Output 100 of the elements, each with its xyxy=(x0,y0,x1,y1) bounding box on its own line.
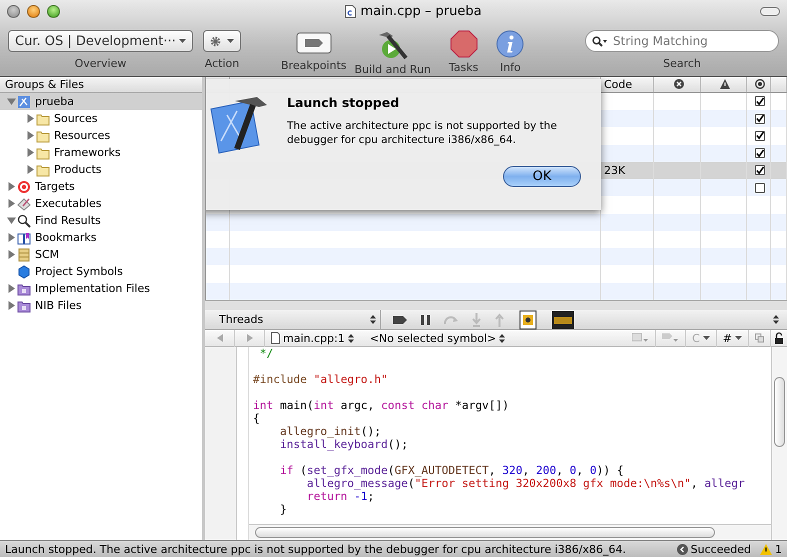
code-line: allegro_init(); xyxy=(278,425,382,438)
sidebar-item[interactable]: Sources xyxy=(0,110,202,127)
sidebar-item[interactable]: NIB Files xyxy=(0,297,202,314)
sidebar-item[interactable]: Products xyxy=(0,161,202,178)
status-message: Launch stopped. The active architecture ppc is not supported by the debugger for cpu architecture i386/x86_64. xyxy=(5,542,626,556)
breakpoint-icon[interactable] xyxy=(393,316,407,324)
sidebar-item[interactable]: SCM xyxy=(0,246,202,263)
action-popup[interactable] xyxy=(203,30,241,52)
sidebar-item[interactable]: Find Results xyxy=(0,212,202,229)
smart-folder-icon xyxy=(17,282,31,296)
console-icon[interactable] xyxy=(552,310,574,328)
toolbar-label: Search xyxy=(663,57,701,70)
splitter-handle[interactable] xyxy=(205,300,787,310)
info-icon xyxy=(496,30,524,58)
checkbox[interactable] xyxy=(755,130,765,141)
build-status: Succeeded xyxy=(690,542,751,556)
stop-sign-icon xyxy=(450,30,478,58)
checkbox[interactable] xyxy=(755,114,765,124)
debugger-window-icon[interactable] xyxy=(518,310,538,330)
pause-icon[interactable] xyxy=(421,314,430,324)
smart-folder-icon xyxy=(17,298,31,312)
stepper-icon xyxy=(773,315,779,324)
magnifier-icon xyxy=(17,214,31,228)
code-line: int main(int argc, const char *argv[]) xyxy=(253,399,510,412)
toolbar-button[interactable]: Tasks xyxy=(448,30,478,74)
sidebar-item[interactable]: Executables xyxy=(0,195,202,212)
toolbar-toggle-button[interactable] xyxy=(760,6,780,16)
caret-icon xyxy=(227,39,234,43)
gear-icon xyxy=(210,36,221,46)
overview-popup[interactable]: Cur. OS | Development··· xyxy=(8,30,193,52)
build-result-icon xyxy=(676,544,688,554)
caret-icon xyxy=(702,336,710,340)
breakpoint-icon xyxy=(296,30,332,56)
checkbox[interactable] xyxy=(755,96,765,106)
stepper-icon xyxy=(370,315,376,324)
vertical-scrollbar[interactable] xyxy=(771,347,787,540)
code-line: { xyxy=(253,412,261,425)
warning-icon xyxy=(720,79,730,90)
window-title: main.cpp – prueba xyxy=(360,4,482,18)
toolbar-label: Overview xyxy=(74,57,126,70)
symbol-popup[interactable]: <No selected symbol> xyxy=(364,330,512,346)
left-arrow-icon xyxy=(216,334,222,342)
stepper-icon xyxy=(499,334,506,342)
sidebar-item[interactable]: prueba xyxy=(0,93,202,110)
cube-icon xyxy=(17,264,31,278)
close-button[interactable] xyxy=(7,4,20,18)
checkbox[interactable] xyxy=(755,148,765,158)
cpp-file-icon xyxy=(345,4,356,18)
checkbox[interactable] xyxy=(755,182,765,193)
code-line: #include "allegro.h" xyxy=(253,373,389,386)
toolbar-button[interactable]: Build and Run xyxy=(354,30,431,76)
code-line: return -1; xyxy=(306,490,376,503)
folder-icon xyxy=(36,146,50,160)
sidebar-item[interactable]: Resources xyxy=(0,127,202,144)
code-line: if (set_gfx_mode(GFX_AUTODETECT, 320, 200, 0, 0)) { xyxy=(278,464,625,477)
expanded-triangle-icon[interactable] xyxy=(7,216,16,225)
sidebar-item[interactable]: Targets xyxy=(0,178,202,195)
warning-icon xyxy=(760,544,772,554)
target-icon xyxy=(755,79,765,90)
error-icon xyxy=(674,79,684,90)
caret-icon xyxy=(735,336,742,340)
database-icon xyxy=(17,248,31,262)
book-icon xyxy=(17,230,31,244)
target-icon xyxy=(17,180,31,194)
stepper-icon xyxy=(348,334,354,342)
search-icon xyxy=(592,36,608,46)
code-line: */ xyxy=(258,347,274,360)
code-line: install_keyboard(); xyxy=(278,438,409,451)
search-input[interactable]: String Matching xyxy=(611,33,761,49)
right-arrow-icon xyxy=(246,334,252,342)
sidebar-item[interactable]: Bookmarks xyxy=(0,229,202,246)
checkbox[interactable] xyxy=(755,165,765,176)
c-file-icon xyxy=(271,332,280,344)
code-line: } xyxy=(278,503,288,516)
project-icon xyxy=(17,94,31,108)
breakpoint-icon xyxy=(662,333,680,343)
expanded-triangle-icon[interactable] xyxy=(7,97,16,106)
lock-icon[interactable] xyxy=(774,332,784,344)
sidebar-item[interactable]: Implementation Files xyxy=(0,280,202,297)
toolbar-button[interactable]: Breakpoints xyxy=(281,30,346,72)
horizontal-scrollbar[interactable] xyxy=(249,524,771,540)
folder-icon xyxy=(36,162,50,176)
toolbar-label: Action xyxy=(204,57,240,70)
minimize-button[interactable] xyxy=(27,4,40,18)
copy-icon xyxy=(755,333,764,343)
folder-icon xyxy=(36,128,50,142)
sidebar-header: Groups & Files xyxy=(0,77,202,93)
ok-button[interactable]: OK xyxy=(503,166,581,187)
sidebar-item[interactable]: Project Symbols xyxy=(0,263,202,280)
toolbar-button[interactable]: Info xyxy=(496,30,524,74)
warning-count: 1 xyxy=(775,542,782,556)
alert-message: The active architecture ppc is not supported by the debugger for cpu architecture i386/x86_64. xyxy=(287,119,558,147)
code-line: allegro_message("Error setting 320x200x8 gfx mode:\n%s\n", allegr xyxy=(306,477,746,490)
book-icon xyxy=(632,333,650,343)
search-field[interactable]: String Matching xyxy=(585,30,779,52)
alert-title: Launch stopped xyxy=(287,95,400,110)
zoom-button[interactable] xyxy=(47,4,60,18)
executable-icon xyxy=(17,196,31,210)
file-popup[interactable]: main.cpp:1 xyxy=(265,330,360,346)
sidebar-item[interactable]: Frameworks xyxy=(0,144,202,161)
